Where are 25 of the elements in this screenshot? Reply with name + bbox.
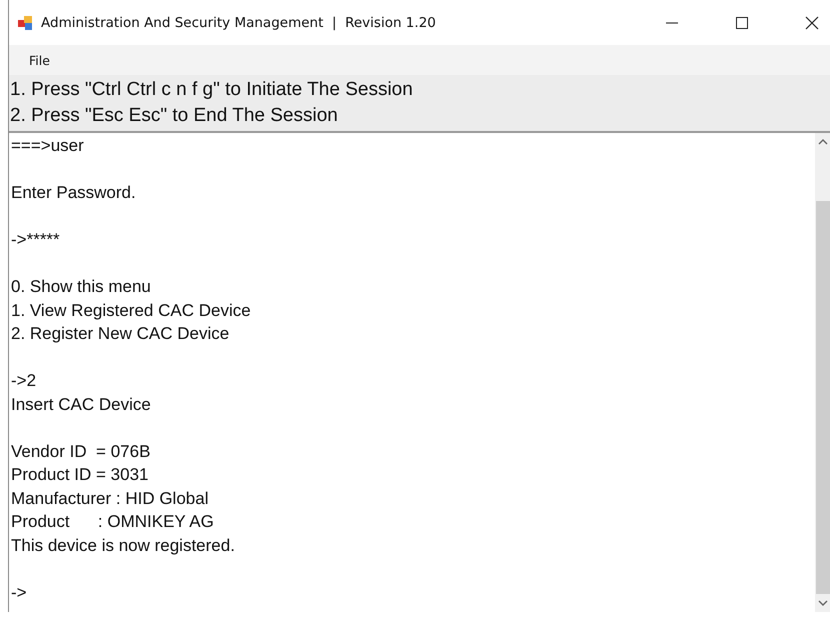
console-line: Vendor ID = 076B (11, 440, 152, 462)
console-line: Enter Password. (11, 182, 137, 204)
scroll-down-icon[interactable] (818, 599, 828, 607)
console-line: ===>user (11, 135, 85, 157)
instruction-text: 2. Press "Esc Esc" to End The Session (10, 104, 339, 128)
scrollbar-thumb[interactable] (816, 201, 830, 594)
app-icon (17, 14, 33, 30)
console-line: Product ID = 3031 (11, 464, 150, 486)
menu-item[interactable]: File (29, 52, 50, 68)
maximize-icon[interactable] (735, 16, 749, 30)
console-line: Manufacturer : HID Global (11, 488, 210, 510)
console-line: 1. View Registered CAC Device (11, 300, 252, 322)
window-title: Administration And Security Management | Revision 1.20 (41, 14, 436, 30)
console-line: 0. Show this menu (11, 276, 152, 298)
console-line: Product : OMNIKEY AG (11, 511, 215, 533)
scrollbar[interactable] (815, 133, 830, 612)
console-line: ->***** (11, 229, 61, 251)
close-icon[interactable] (805, 16, 819, 30)
console-line: Insert CAC Device (11, 394, 152, 416)
console-line: ->2 (11, 370, 38, 392)
console-line: 2. Register New CAC Device (11, 323, 230, 345)
scroll-up-icon[interactable] (818, 138, 828, 146)
instruction-text: 1. Press "Ctrl Ctrl c n f g" to Initiate The Session (10, 78, 414, 102)
console-line: -> (11, 582, 28, 604)
console-line: This device is now registered. (11, 534, 236, 556)
